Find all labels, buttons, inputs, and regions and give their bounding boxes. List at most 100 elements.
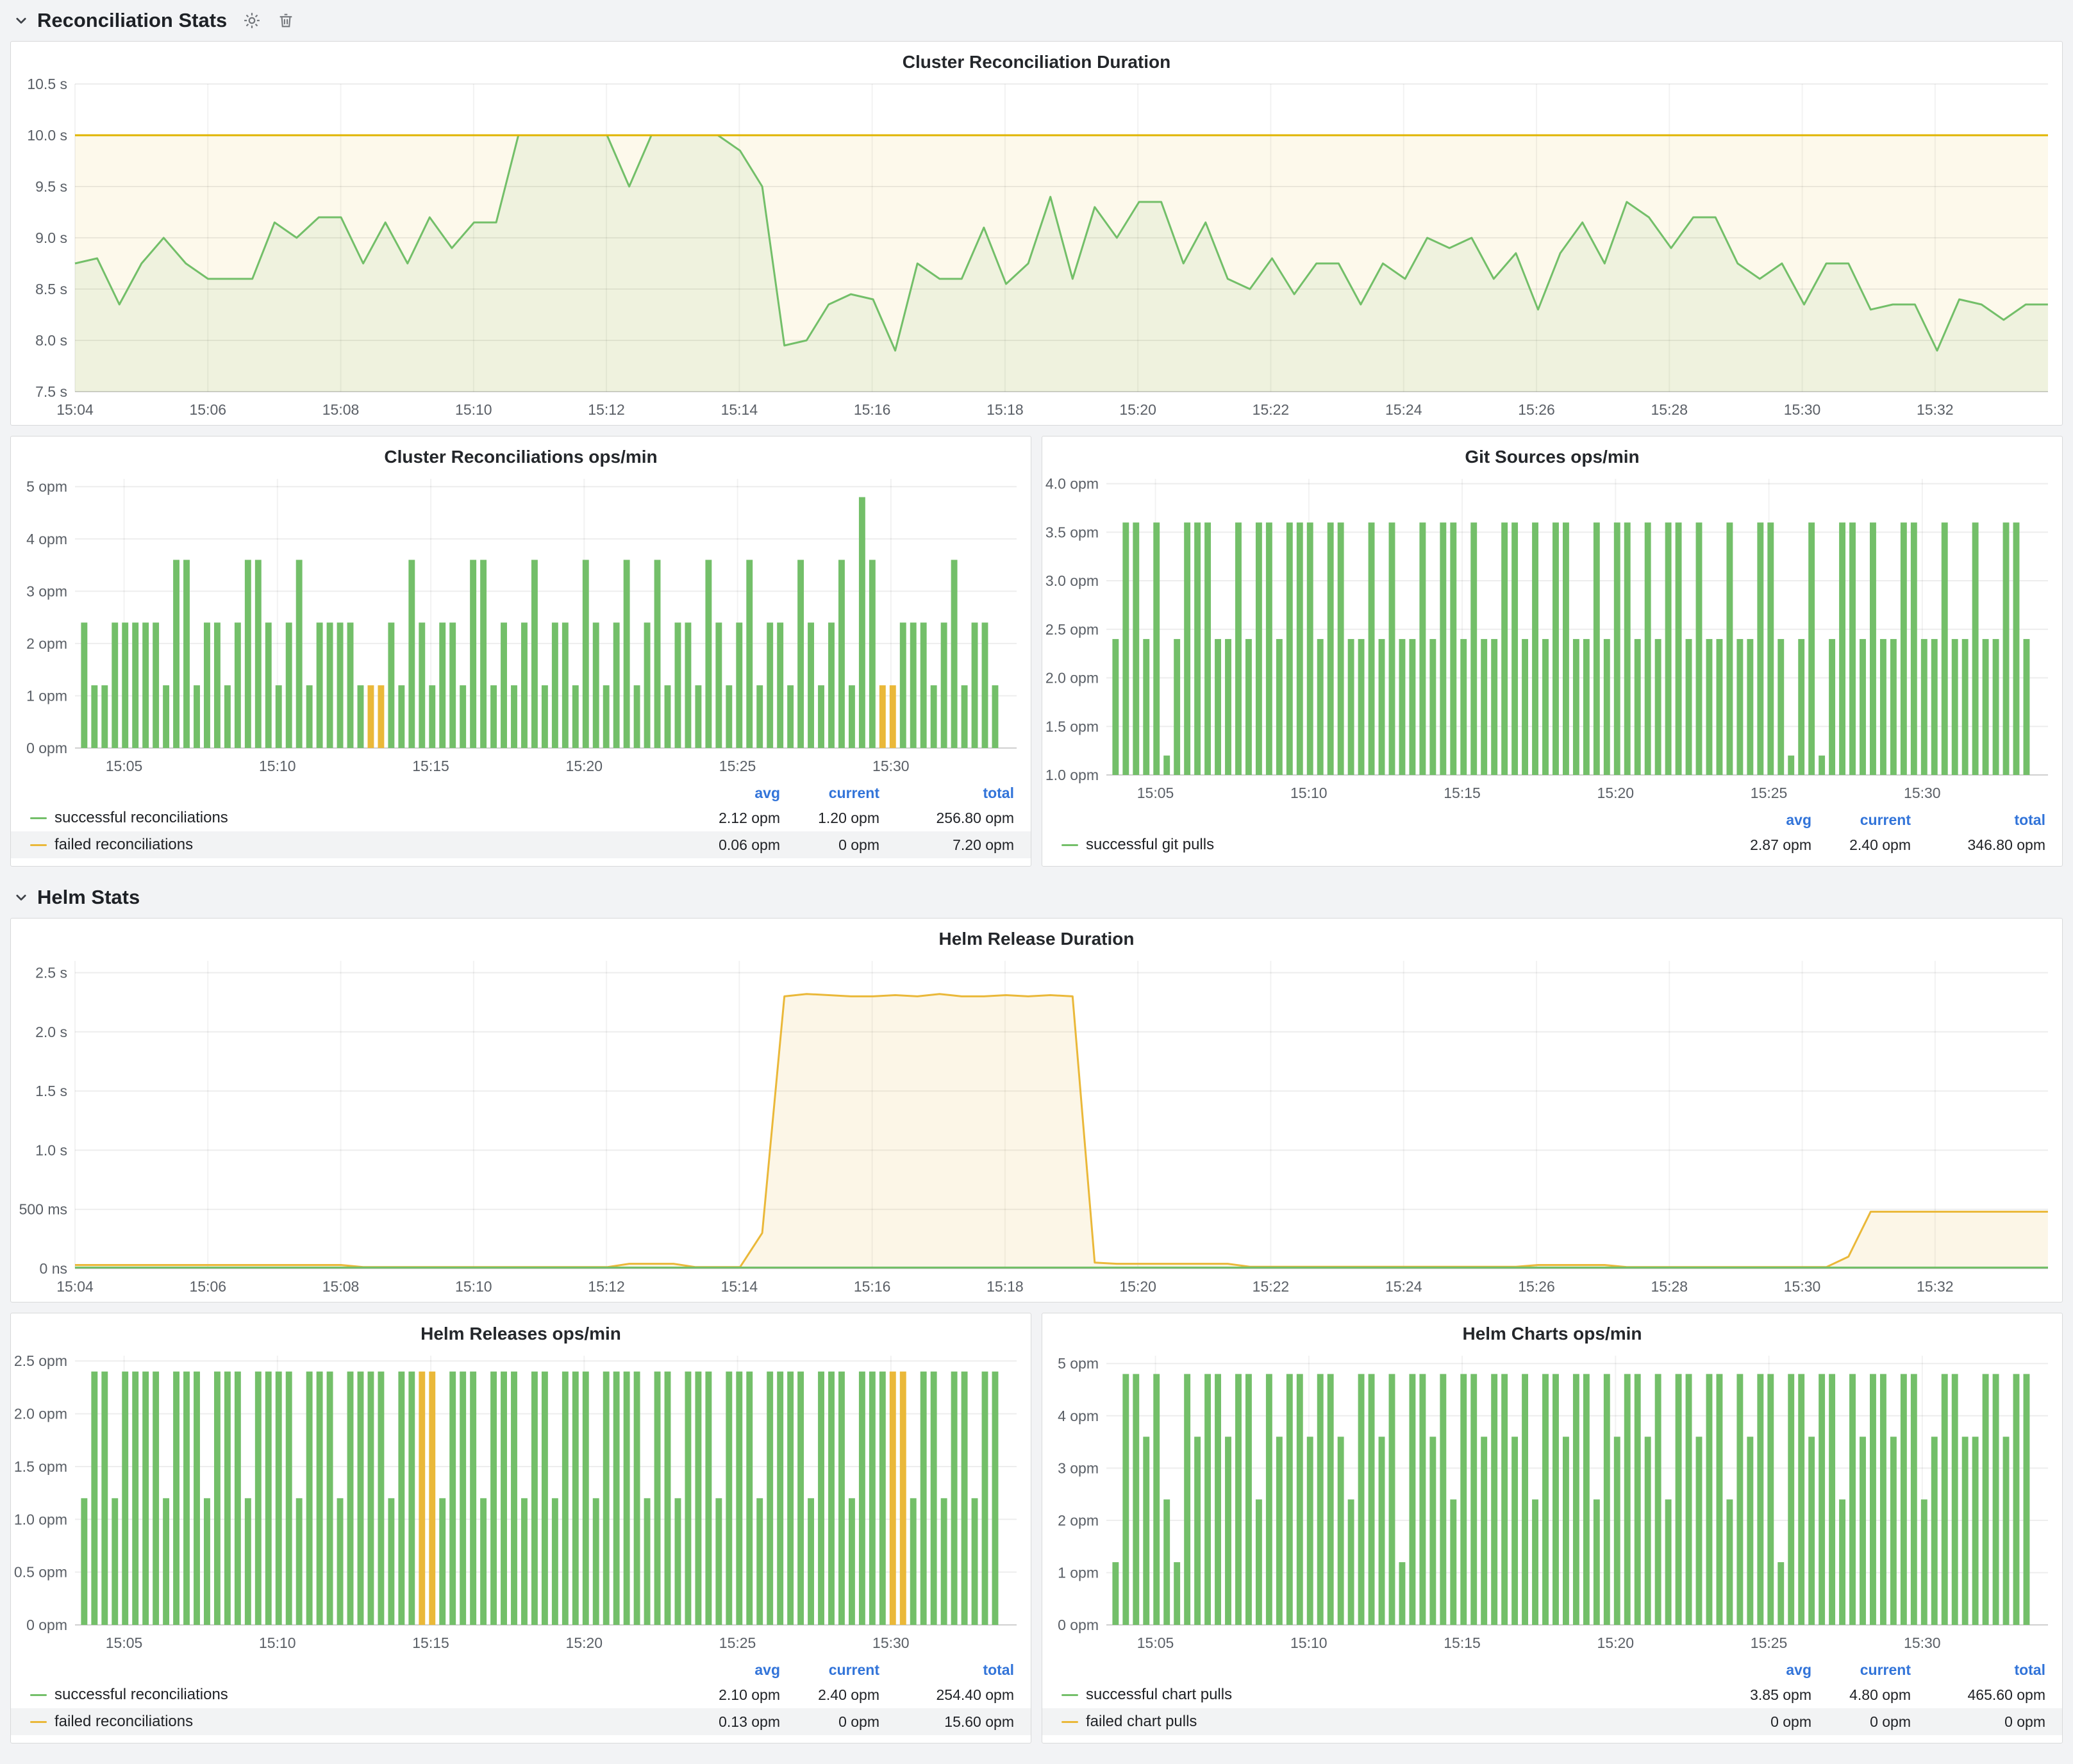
svg-text:3 opm: 3 opm xyxy=(26,583,67,599)
panel-title[interactable]: Git Sources ops/min xyxy=(1042,437,2062,469)
panel-title[interactable]: Cluster Reconciliation Duration xyxy=(11,42,2062,74)
series-current: 4.80 opm xyxy=(1811,1686,1911,1704)
svg-text:10.5 s: 10.5 s xyxy=(27,76,67,92)
svg-text:1.5 s: 1.5 s xyxy=(35,1083,67,1099)
svg-text:15:14: 15:14 xyxy=(721,1278,758,1295)
section-header-reconciliation-stats[interactable]: Reconciliation Stats xyxy=(10,0,2063,41)
svg-text:15:15: 15:15 xyxy=(412,1635,449,1651)
svg-text:0 opm: 0 opm xyxy=(1058,1617,1099,1633)
svg-text:15:14: 15:14 xyxy=(721,401,758,418)
svg-text:15:16: 15:16 xyxy=(854,1278,891,1295)
svg-text:15:22: 15:22 xyxy=(1253,401,1290,418)
legend-header-total[interactable]: total xyxy=(1911,811,2045,829)
legend-row: successful reconciliations 2.10 opm 2.40… xyxy=(11,1681,1031,1708)
legend-header-avg[interactable]: avg xyxy=(658,1661,780,1679)
panel-helm-release-duration: Helm Release Duration 0 ns500 ms1.0 s1.5… xyxy=(10,918,2063,1302)
series-current: 2.40 opm xyxy=(1811,836,1911,854)
series-current: 1.20 opm xyxy=(780,810,879,827)
chevron-down-icon xyxy=(14,13,28,28)
legend-header-total[interactable]: total xyxy=(879,1661,1014,1679)
svg-text:1.5 opm: 1.5 opm xyxy=(14,1458,67,1475)
series-swatch xyxy=(30,1721,47,1723)
svg-text:0 opm: 0 opm xyxy=(26,740,67,756)
gear-icon[interactable] xyxy=(242,11,262,30)
svg-text:15:05: 15:05 xyxy=(1137,1635,1174,1651)
helm-charts-opm-chart[interactable]: 0 opm1 opm2 opm3 opm4 opm5 opm15:0515:10… xyxy=(1042,1345,2062,1658)
svg-text:15:25: 15:25 xyxy=(1751,1635,1788,1651)
svg-text:15:05: 15:05 xyxy=(1137,785,1174,801)
section-title: Reconciliation Stats xyxy=(37,9,227,32)
svg-text:500 ms: 500 ms xyxy=(19,1201,67,1218)
svg-text:0 opm: 0 opm xyxy=(26,1617,67,1633)
svg-text:15:32: 15:32 xyxy=(1917,401,1954,418)
series-current: 0 opm xyxy=(780,1713,879,1731)
panel-title[interactable]: Helm Charts ops/min xyxy=(1042,1313,2062,1345)
series-avg: 2.12 opm xyxy=(658,810,780,827)
legend: avg current total successful git pulls 2… xyxy=(1042,808,2062,866)
cluster-reconciliation-duration-chart[interactable]: 7.5 s8.0 s8.5 s9.0 s9.5 s10.0 s10.5 s15:… xyxy=(11,74,2062,425)
legend-row: successful chart pulls 3.85 opm 4.80 opm… xyxy=(1042,1681,2062,1708)
svg-text:2 opm: 2 opm xyxy=(1058,1512,1099,1529)
section-header-helm-stats[interactable]: Helm Stats xyxy=(10,877,2063,918)
svg-text:15:10: 15:10 xyxy=(259,758,296,774)
series-label[interactable]: successful reconciliations xyxy=(54,809,658,827)
svg-text:15:20: 15:20 xyxy=(566,1635,603,1651)
legend-header-total[interactable]: total xyxy=(1911,1661,2045,1679)
svg-text:15:06: 15:06 xyxy=(189,1278,226,1295)
series-label[interactable]: failed reconciliations xyxy=(54,1713,658,1731)
svg-text:2.5 opm: 2.5 opm xyxy=(14,1352,67,1369)
legend-header-avg[interactable]: avg xyxy=(658,785,780,802)
svg-text:15:22: 15:22 xyxy=(1253,1278,1290,1295)
svg-text:15:04: 15:04 xyxy=(56,1278,94,1295)
series-avg: 2.87 opm xyxy=(1690,836,1811,854)
series-avg: 3.85 opm xyxy=(1690,1686,1811,1704)
legend-header-avg[interactable]: avg xyxy=(1690,1661,1811,1679)
svg-text:15:10: 15:10 xyxy=(1290,785,1328,801)
git-sources-opm-chart[interactable]: 1.0 opm1.5 opm2.0 opm2.5 opm3.0 opm3.5 o… xyxy=(1042,469,2062,808)
svg-text:10.0 s: 10.0 s xyxy=(27,127,67,144)
svg-text:5 opm: 5 opm xyxy=(1058,1355,1099,1372)
svg-text:1.0 opm: 1.0 opm xyxy=(14,1511,67,1527)
helm-release-duration-chart[interactable]: 0 ns500 ms1.0 s1.5 s2.0 s2.5 s15:0415:06… xyxy=(11,951,2062,1302)
panel-title[interactable]: Helm Releases ops/min xyxy=(11,1313,1031,1345)
svg-text:2.5 opm: 2.5 opm xyxy=(1045,621,1099,638)
svg-text:15:26: 15:26 xyxy=(1518,401,1555,418)
legend-header-current[interactable]: current xyxy=(780,785,879,802)
svg-text:15:10: 15:10 xyxy=(1290,1635,1328,1651)
series-label[interactable]: successful chart pulls xyxy=(1086,1686,1690,1704)
svg-text:15:28: 15:28 xyxy=(1651,1278,1688,1295)
legend-header-avg[interactable]: avg xyxy=(1690,811,1811,829)
series-label[interactable]: failed reconciliations xyxy=(54,836,658,854)
svg-text:15:16: 15:16 xyxy=(854,401,891,418)
legend-header-total[interactable]: total xyxy=(879,785,1014,802)
svg-text:15:30: 15:30 xyxy=(872,1635,910,1651)
svg-text:15:08: 15:08 xyxy=(322,1278,360,1295)
panel-title[interactable]: Helm Release Duration xyxy=(11,919,2062,951)
legend-header-current[interactable]: current xyxy=(1811,811,1911,829)
svg-text:15:10: 15:10 xyxy=(259,1635,296,1651)
legend-header: avg current total xyxy=(1042,1658,2062,1681)
series-label[interactable]: successful reconciliations xyxy=(54,1686,658,1704)
svg-text:15:24: 15:24 xyxy=(1385,1278,1422,1295)
cluster-reconciliations-opm-chart[interactable]: 0 opm1 opm2 opm3 opm4 opm5 opm15:0515:10… xyxy=(11,469,1031,781)
svg-text:1 opm: 1 opm xyxy=(1058,1564,1099,1581)
svg-text:8.0 s: 8.0 s xyxy=(35,332,67,349)
series-label[interactable]: successful git pulls xyxy=(1086,836,1690,854)
series-swatch xyxy=(30,1694,47,1696)
svg-text:15:05: 15:05 xyxy=(106,758,143,774)
panel-title[interactable]: Cluster Reconciliations ops/min xyxy=(11,437,1031,469)
legend-row: successful reconciliations 2.12 opm 1.20… xyxy=(11,804,1031,831)
trash-icon[interactable] xyxy=(277,12,295,29)
series-label[interactable]: failed chart pulls xyxy=(1086,1713,1690,1731)
legend-row: failed chart pulls 0 opm 0 opm 0 opm xyxy=(1042,1708,2062,1735)
helm-releases-opm-chart[interactable]: 0 opm0.5 opm1.0 opm1.5 opm2.0 opm2.5 opm… xyxy=(11,1345,1031,1658)
series-swatch xyxy=(30,844,47,846)
svg-text:3.5 opm: 3.5 opm xyxy=(1045,524,1099,540)
panel-git-sources-opm: Git Sources ops/min 1.0 opm1.5 opm2.0 op… xyxy=(1042,436,2063,867)
series-avg: 0.13 opm xyxy=(658,1713,780,1731)
svg-text:15:25: 15:25 xyxy=(719,1635,756,1651)
section-title: Helm Stats xyxy=(37,886,140,909)
chevron-down-icon xyxy=(14,890,28,904)
legend-header-current[interactable]: current xyxy=(1811,1661,1911,1679)
legend-header-current[interactable]: current xyxy=(780,1661,879,1679)
